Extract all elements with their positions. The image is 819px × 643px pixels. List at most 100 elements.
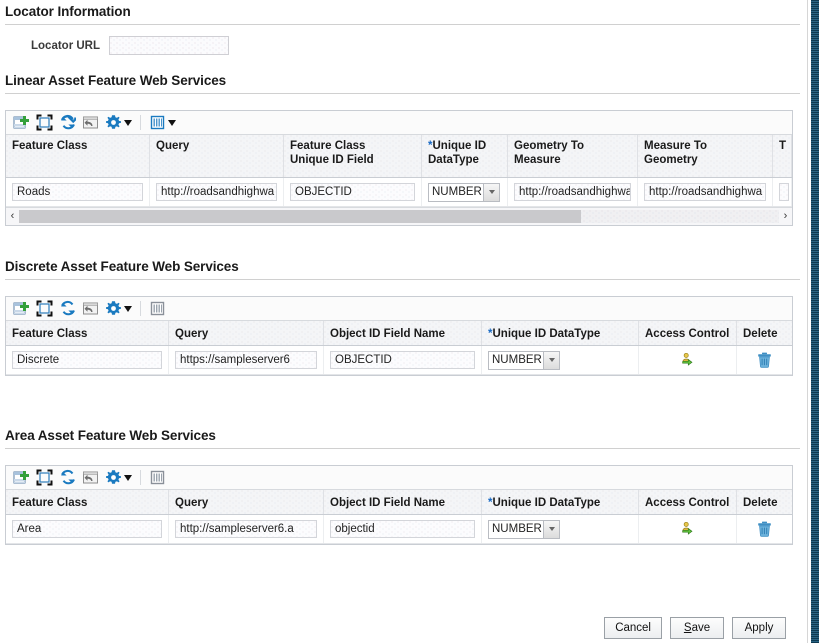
footer-button-bar: Cancel Save Apply <box>0 617 808 639</box>
feature-class-input[interactable]: Area <box>12 520 162 538</box>
column-header-query[interactable]: Query <box>150 135 284 177</box>
columns-menu-button[interactable] <box>149 114 176 131</box>
scroll-right-arrow[interactable]: › <box>779 208 792 225</box>
undo-button[interactable] <box>82 114 99 131</box>
column-header-unique-id-datatype[interactable]: *Unique ID DataType <box>422 135 508 177</box>
column-header-unique-id-datatype[interactable]: *Unique ID DataType <box>482 321 639 345</box>
query-input[interactable]: http://sampleserver6.a <box>175 520 317 538</box>
select-dropdown-button[interactable] <box>543 351 559 369</box>
linear-asset-section: Linear Asset Feature Web Services <box>5 73 800 94</box>
object-id-field-input[interactable]: OBJECTID <box>330 351 475 369</box>
gear-icon <box>106 115 121 129</box>
undo-button[interactable] <box>82 469 99 486</box>
unique-id-datatype-select[interactable]: NUMBER <box>488 350 560 370</box>
scroll-track[interactable] <box>19 210 779 223</box>
locator-url-input[interactable] <box>109 36 229 55</box>
query-input[interactable]: https://sampleserver6 <box>175 351 317 369</box>
column-header-geometry-to-measure[interactable]: Geometry To Measure <box>508 135 638 177</box>
add-row-button[interactable] <box>13 114 30 131</box>
apply-button[interactable]: Apply <box>732 617 786 639</box>
feature-class-input[interactable]: Discrete <box>12 351 162 369</box>
cell-unique-id-datatype: NUMBER <box>482 346 639 374</box>
refresh-button[interactable] <box>59 300 76 317</box>
unique-id-datatype-value: NUMBER <box>429 183 483 201</box>
cell-unique-id-field: OBJECTID <box>284 178 422 206</box>
scroll-thumb[interactable] <box>19 210 582 223</box>
cell-query: https://sampleserver6 <box>169 346 324 374</box>
linear-asset-table: Feature Class Query Feature Class Unique … <box>5 110 793 226</box>
undo-icon <box>83 471 98 484</box>
measure-to-geometry-input[interactable]: http://roadsandhighwa <box>644 183 766 201</box>
chevron-down-icon <box>548 358 555 362</box>
column-header-query[interactable]: Query <box>169 321 324 345</box>
scrollbar-thumb[interactable] <box>811 0 819 643</box>
area-table-header-row: Feature Class Query Object ID Field Name… <box>6 490 792 515</box>
locator-url-label: Locator URL <box>31 39 100 52</box>
locator-url-row: Locator URL <box>5 36 800 55</box>
select-dropdown-button[interactable] <box>543 520 559 538</box>
refresh-button[interactable] <box>59 114 76 131</box>
trash-icon[interactable] <box>757 352 772 368</box>
unique-id-datatype-select[interactable]: NUMBER <box>488 519 560 539</box>
column-header-feature-class[interactable]: Feature Class <box>6 490 169 514</box>
section-divider <box>5 24 800 25</box>
column-header-access-control[interactable]: Access Control <box>639 490 737 514</box>
chevron-down-icon <box>124 305 132 312</box>
section-divider <box>5 448 800 449</box>
save-label-rest: ave <box>691 622 711 634</box>
refresh-icon <box>61 469 75 485</box>
query-input[interactable]: http://roadsandhighwa <box>156 183 277 201</box>
linear-table-hscrollbar[interactable]: ‹ › <box>6 207 792 225</box>
area-table-toolbar <box>6 466 792 490</box>
save-accesskey: S <box>683 622 692 634</box>
column-header-unique-id-datatype-label: Unique ID DataType <box>492 328 601 340</box>
access-control-icon[interactable] <box>680 521 696 537</box>
column-header-measure-to-geometry[interactable]: Measure To Geometry <box>638 135 773 177</box>
cancel-button[interactable]: Cancel <box>604 617 662 639</box>
column-header-feature-class[interactable]: Feature Class <box>6 135 150 177</box>
trash-icon[interactable] <box>757 521 772 537</box>
column-header-query[interactable]: Query <box>169 490 324 514</box>
column-header-access-control[interactable]: Access Control <box>639 321 737 345</box>
column-header-object-id-field-name[interactable]: Object ID Field Name <box>324 321 482 345</box>
undo-button[interactable] <box>82 300 99 317</box>
access-control-icon[interactable] <box>680 352 696 368</box>
column-header-feature-class-unique-id-field[interactable]: Feature Class Unique ID Field <box>284 135 422 177</box>
undo-icon <box>83 302 98 315</box>
detach-button[interactable] <box>36 300 53 317</box>
add-row-button[interactable] <box>13 300 30 317</box>
window-vertical-scrollbar[interactable] <box>807 0 819 643</box>
feature-class-input[interactable]: Roads <box>12 183 143 201</box>
detach-button[interactable] <box>36 469 53 486</box>
scroll-left-arrow[interactable]: ‹ <box>6 208 19 225</box>
select-dropdown-button[interactable] <box>483 183 499 201</box>
locator-section-title: Locator Information <box>5 4 131 19</box>
cell-delete <box>737 515 792 543</box>
unique-id-datatype-select[interactable]: NUMBER <box>428 182 500 202</box>
column-header-truncated[interactable]: T <box>773 135 792 177</box>
column-header-unique-id-datatype-label: Unique ID DataType <box>492 497 601 509</box>
discrete-table-header-row: Feature Class Query Object ID Field Name… <box>6 321 792 346</box>
column-header-object-id-field-name[interactable]: Object ID Field Name <box>324 490 482 514</box>
save-button[interactable]: Save <box>670 617 724 639</box>
column-header-unique-id-datatype[interactable]: *Unique ID DataType <box>482 490 639 514</box>
settings-menu-button[interactable] <box>105 114 132 131</box>
columns-icon <box>150 301 165 316</box>
columns-button[interactable] <box>149 469 166 486</box>
unique-id-field-input[interactable]: OBJECTID <box>290 183 415 201</box>
add-row-button[interactable] <box>13 469 30 486</box>
columns-button[interactable] <box>149 300 166 317</box>
settings-menu-button[interactable] <box>105 300 132 317</box>
column-header-delete[interactable]: Delete <box>737 321 792 345</box>
object-id-field-input[interactable]: objectid <box>330 520 475 538</box>
geometry-to-measure-input[interactable]: http://roadsandhighwa <box>514 183 631 201</box>
refresh-button[interactable] <box>59 469 76 486</box>
settings-menu-button[interactable] <box>105 469 132 486</box>
detach-button[interactable] <box>36 114 53 131</box>
discrete-table-toolbar <box>6 297 792 321</box>
columns-icon <box>150 470 165 485</box>
truncated-input[interactable] <box>779 183 789 201</box>
column-header-delete[interactable]: Delete <box>737 490 792 514</box>
area-asset-section: Area Asset Feature Web Services <box>5 428 800 449</box>
column-header-feature-class[interactable]: Feature Class <box>6 321 169 345</box>
